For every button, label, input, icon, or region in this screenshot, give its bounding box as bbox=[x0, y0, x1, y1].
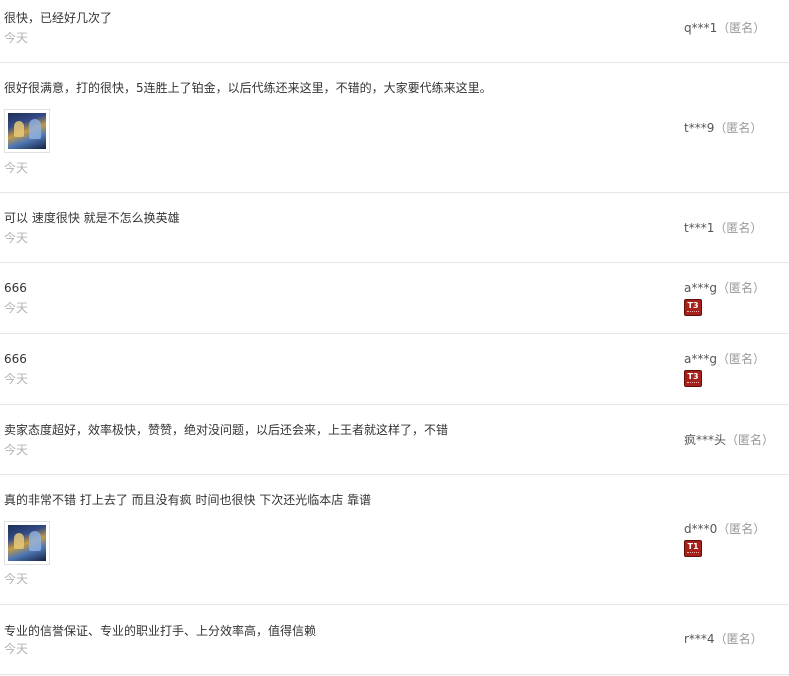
review-item: 专业的信誉保证、专业的职业打手、上分效率高，值得信赖 今天 r***4（匿名） bbox=[0, 605, 789, 675]
review-photo-image bbox=[8, 525, 46, 561]
reviewer-info: 疯***头（匿名） bbox=[684, 432, 774, 448]
reviewer-name: a***g bbox=[684, 352, 717, 366]
reviewer-name: t***1 bbox=[684, 221, 715, 235]
review-text: 很快，已经好几次了 bbox=[4, 11, 113, 25]
review-list: 很快，已经好几次了 今天 q***1（匿名） 很好很满意，打的很快，5连胜上了铂… bbox=[0, 0, 789, 676]
review-item: 卖家态度超好，效率极快，赞赞，绝对没问题，以后还会来，上王者就这样了，不错 今天… bbox=[0, 405, 789, 475]
review-date: 今天 bbox=[4, 161, 29, 175]
reviewer-name: a***g bbox=[684, 281, 717, 295]
review-photo-image bbox=[8, 113, 46, 149]
anonymous-label: （匿名） bbox=[717, 21, 766, 35]
review-item: 真的非常不错 打上去了 而且没有疯 时间也很快 下次还光临本店 靠谱 今天 d*… bbox=[0, 475, 789, 605]
reviewer-info: q***1（匿名） bbox=[684, 20, 765, 36]
review-item: 666 今天 a***g（匿名） T3 bbox=[0, 263, 789, 334]
review-item: 666 今天 a***g（匿名） T3 bbox=[0, 334, 789, 405]
anonymous-label: （匿名） bbox=[726, 433, 775, 447]
anonymous-label: （匿名） bbox=[714, 221, 763, 235]
review-photo-thumbnail[interactable] bbox=[4, 521, 50, 565]
review-date: 今天 bbox=[4, 301, 29, 315]
review-text: 很好很满意，打的很快，5连胜上了铂金，以后代练还来这里，不错的，大家要代练来这里… bbox=[4, 81, 492, 95]
anonymous-label: （匿名） bbox=[714, 121, 763, 135]
review-text: 666 bbox=[4, 281, 27, 295]
buyer-level-badge: T3 bbox=[684, 299, 702, 316]
review-text: 666 bbox=[4, 352, 27, 366]
review-date: 今天 bbox=[4, 642, 29, 656]
reviewer-info: d***0（匿名） bbox=[684, 521, 765, 537]
review-date: 今天 bbox=[4, 372, 29, 386]
review-date: 今天 bbox=[4, 443, 29, 457]
buyer-level-badge: T1 bbox=[684, 540, 702, 557]
reviewer-info: a***g（匿名） bbox=[684, 351, 765, 367]
review-text: 卖家态度超好，效率极快，赞赞，绝对没问题，以后还会来，上王者就这样了，不错 bbox=[4, 423, 449, 437]
reviewer-name: d***0 bbox=[684, 522, 718, 536]
reviewer-name: q***1 bbox=[684, 21, 718, 35]
anonymous-label: （匿名） bbox=[714, 632, 763, 646]
review-text: 专业的信誉保证、专业的职业打手、上分效率高，值得信赖 bbox=[4, 624, 317, 638]
review-date: 今天 bbox=[4, 31, 29, 45]
reviewer-info: t***1（匿名） bbox=[684, 220, 762, 236]
review-text: 可以 速度很快 就是不怎么换英雄 bbox=[4, 211, 180, 225]
reviewer-info: a***g（匿名） bbox=[684, 280, 765, 296]
reviewer-name: t***9 bbox=[684, 121, 715, 135]
reviewer-name: 疯***头 bbox=[684, 433, 727, 447]
anonymous-label: （匿名） bbox=[717, 522, 766, 536]
review-text: 真的非常不错 打上去了 而且没有疯 时间也很快 下次还光临本店 靠谱 bbox=[4, 493, 372, 507]
reviewer-info: r***4（匿名） bbox=[684, 631, 763, 647]
review-item: 可以 速度很快 就是不怎么换英雄 今天 t***1（匿名） bbox=[0, 193, 789, 263]
review-item: 很快，已经好几次了 今天 q***1（匿名） bbox=[0, 0, 789, 63]
reviewer-info: t***9（匿名） bbox=[684, 120, 762, 136]
review-photo-thumbnail[interactable] bbox=[4, 109, 50, 153]
review-date: 今天 bbox=[4, 231, 29, 245]
review-date: 今天 bbox=[4, 572, 29, 586]
buyer-level-badge: T3 bbox=[684, 370, 702, 387]
anonymous-label: （匿名） bbox=[716, 352, 765, 366]
reviewer-name: r***4 bbox=[684, 632, 715, 646]
anonymous-label: （匿名） bbox=[716, 281, 765, 295]
review-item: 很好很满意，打的很快，5连胜上了铂金，以后代练还来这里，不错的，大家要代练来这里… bbox=[0, 63, 789, 193]
